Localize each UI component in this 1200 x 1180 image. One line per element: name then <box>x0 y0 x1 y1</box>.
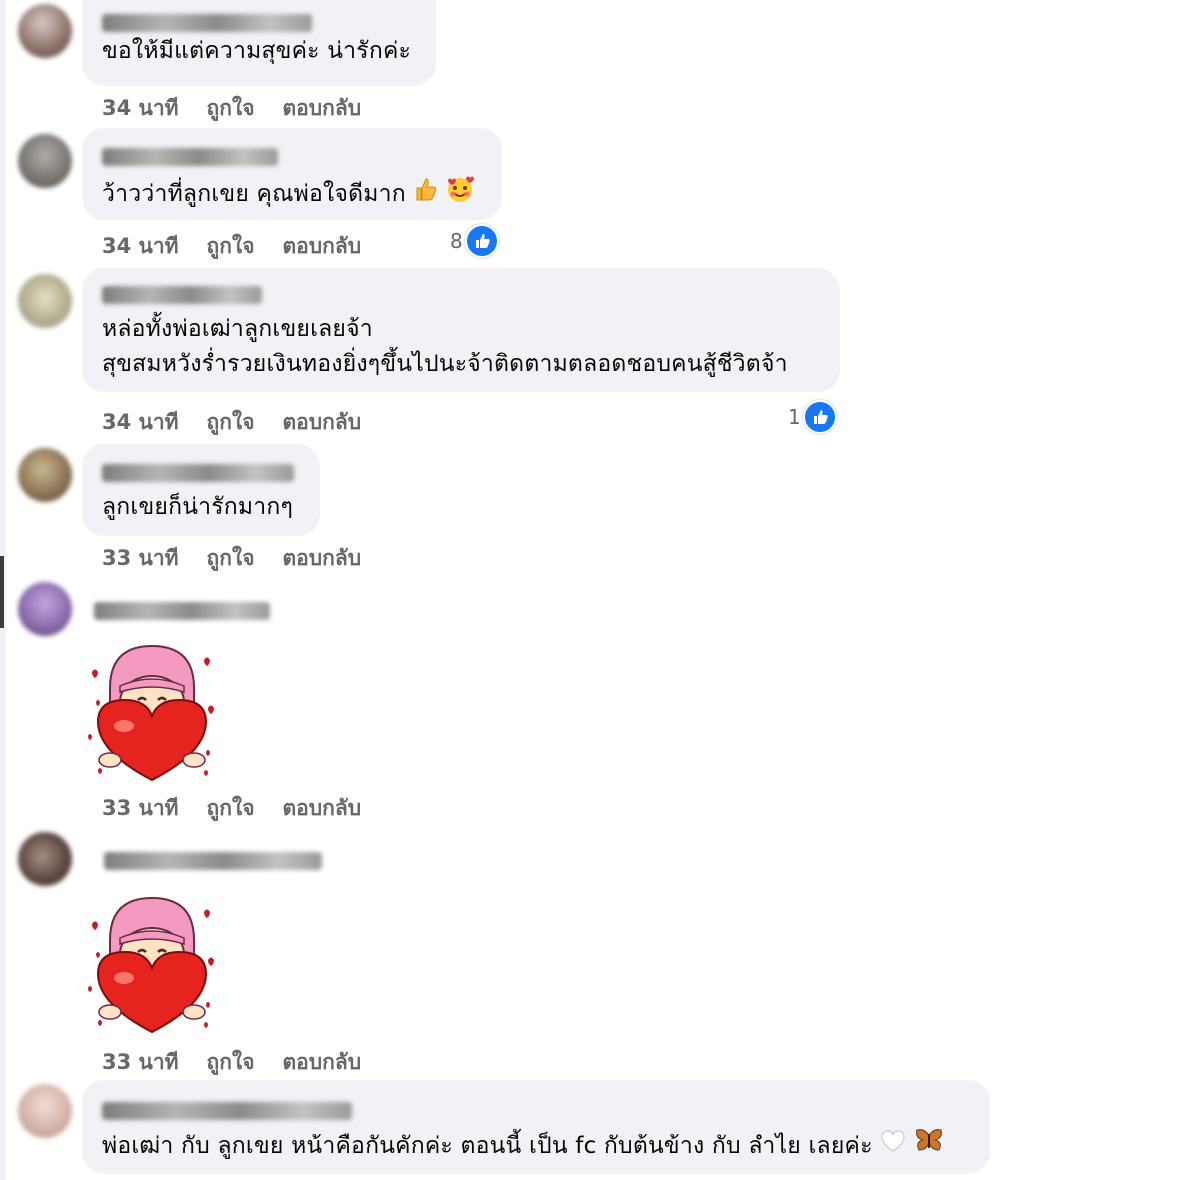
comment-text: ว้าวว่าที่ลูกเขย คุณพ่อใจดีมาก <box>102 174 482 215</box>
white-heart-icon <box>880 1129 906 1164</box>
comment-time[interactable]: 34 นาที <box>102 406 179 439</box>
avatar[interactable] <box>18 4 72 58</box>
comment-time[interactable]: 33 นาที <box>102 1046 179 1079</box>
reaction-number: 1 <box>788 405 801 429</box>
like-icon <box>802 400 837 434</box>
butterfly-icon <box>914 1128 944 1165</box>
comment-text: ลูกเขยก็น่ารักมากๆ <box>102 494 294 520</box>
reaction-count[interactable]: 8 <box>450 224 499 258</box>
like-icon <box>464 224 499 258</box>
reply-button[interactable]: ตอบกลับ <box>283 230 362 263</box>
like-button[interactable]: ถูกใจ <box>207 1046 255 1079</box>
like-button[interactable]: ถูกใจ <box>207 542 255 575</box>
thumbs-up-icon <box>413 176 437 213</box>
like-button[interactable]: ถูกใจ <box>207 92 255 125</box>
reply-button[interactable]: ตอบกลับ <box>283 792 362 825</box>
avatar[interactable] <box>18 1084 72 1138</box>
comment-bubble: หล่อทั้งพ่อเฒ่าลูกเขยเลยจ้า สุขสมหวังร่ำ… <box>82 268 840 392</box>
reply-button[interactable]: ตอบกลับ <box>283 1046 362 1079</box>
comment-time[interactable]: 34 นาที <box>102 230 179 263</box>
comment-time[interactable]: 33 นาที <box>102 792 179 825</box>
comment-actions: 33 นาที ถูกใจ ตอบกลับ <box>102 1046 361 1079</box>
reply-button[interactable]: ตอบกลับ <box>283 542 362 575</box>
comment-actions: 34 นาที ถูกใจ ตอบกลับ <box>102 230 361 263</box>
comment-bubble: ว้าวว่าที่ลูกเขย คุณพ่อใจดีมาก <box>82 128 502 220</box>
commenter-name[interactable] <box>102 286 262 304</box>
reply-button[interactable]: ตอบกลับ <box>283 406 362 439</box>
commenter-name[interactable] <box>94 602 270 620</box>
comment-text: พ่อเฒ่า กับ ลูกเขย หน้าคือกันคักค่ะ ตอนน… <box>102 1128 970 1165</box>
comment-line-1: หล่อทั้งพ่อเฒ่าลูกเขยเลยจ้า <box>102 316 373 342</box>
reaction-count[interactable]: 1 <box>788 400 837 434</box>
avatar[interactable] <box>18 448 72 502</box>
comment-bubble: พ่อเฒ่า กับ ลูกเขย หน้าคือกันคักค่ะ ตอนน… <box>82 1080 990 1174</box>
comment-bubble: ขอให้มีแต่ความสุขค่ะ น่ารักค่ะ <box>82 0 436 86</box>
comment-text: ขอให้มีแต่ความสุขค่ะ น่ารักค่ะ <box>102 38 412 64</box>
avatar[interactable] <box>18 134 72 188</box>
comment-actions: 33 นาที ถูกใจ ตอบกลับ <box>102 542 361 575</box>
scroll-marker <box>0 556 4 628</box>
girl-hugging-heart-sticker[interactable] <box>82 642 222 782</box>
comment-text-content: ว้าวว่าที่ลูกเขย คุณพ่อใจดีมาก <box>102 181 406 207</box>
comment-actions: 34 นาที ถูกใจ ตอบกลับ <box>102 92 361 125</box>
comment-bubble: ลูกเขยก็น่ารักมากๆ <box>82 444 320 536</box>
commenter-name[interactable] <box>104 852 322 870</box>
like-button[interactable]: ถูกใจ <box>207 406 255 439</box>
like-button[interactable]: ถูกใจ <box>207 230 255 263</box>
smiling-face-with-hearts-icon <box>445 174 475 215</box>
reaction-number: 8 <box>450 229 463 253</box>
girl-hugging-heart-sticker[interactable] <box>82 894 222 1034</box>
reply-button[interactable]: ตอบกลับ <box>283 92 362 125</box>
comment-line-2: สุขสมหวังร่ำรวยเงินทองยิ่งๆขึ้นไปนะจ้าติ… <box>102 351 788 377</box>
commenter-name[interactable] <box>102 464 294 482</box>
like-button[interactable]: ถูกใจ <box>207 792 255 825</box>
commenter-name[interactable] <box>102 148 278 166</box>
comment-text-content: พ่อเฒ่า กับ ลูกเขย หน้าคือกันคักค่ะ ตอนน… <box>102 1133 873 1159</box>
comment-time[interactable]: 33 นาที <box>102 542 179 575</box>
commenter-name[interactable] <box>102 14 312 32</box>
avatar[interactable] <box>18 582 72 636</box>
avatar[interactable] <box>18 274 72 328</box>
comment-actions: 33 นาที ถูกใจ ตอบกลับ <box>102 792 361 825</box>
avatar[interactable] <box>18 832 72 886</box>
commenter-name[interactable] <box>102 1102 352 1120</box>
comment-time[interactable]: 34 นาที <box>102 92 179 125</box>
comment-actions: 34 นาที ถูกใจ ตอบกลับ <box>102 406 361 439</box>
